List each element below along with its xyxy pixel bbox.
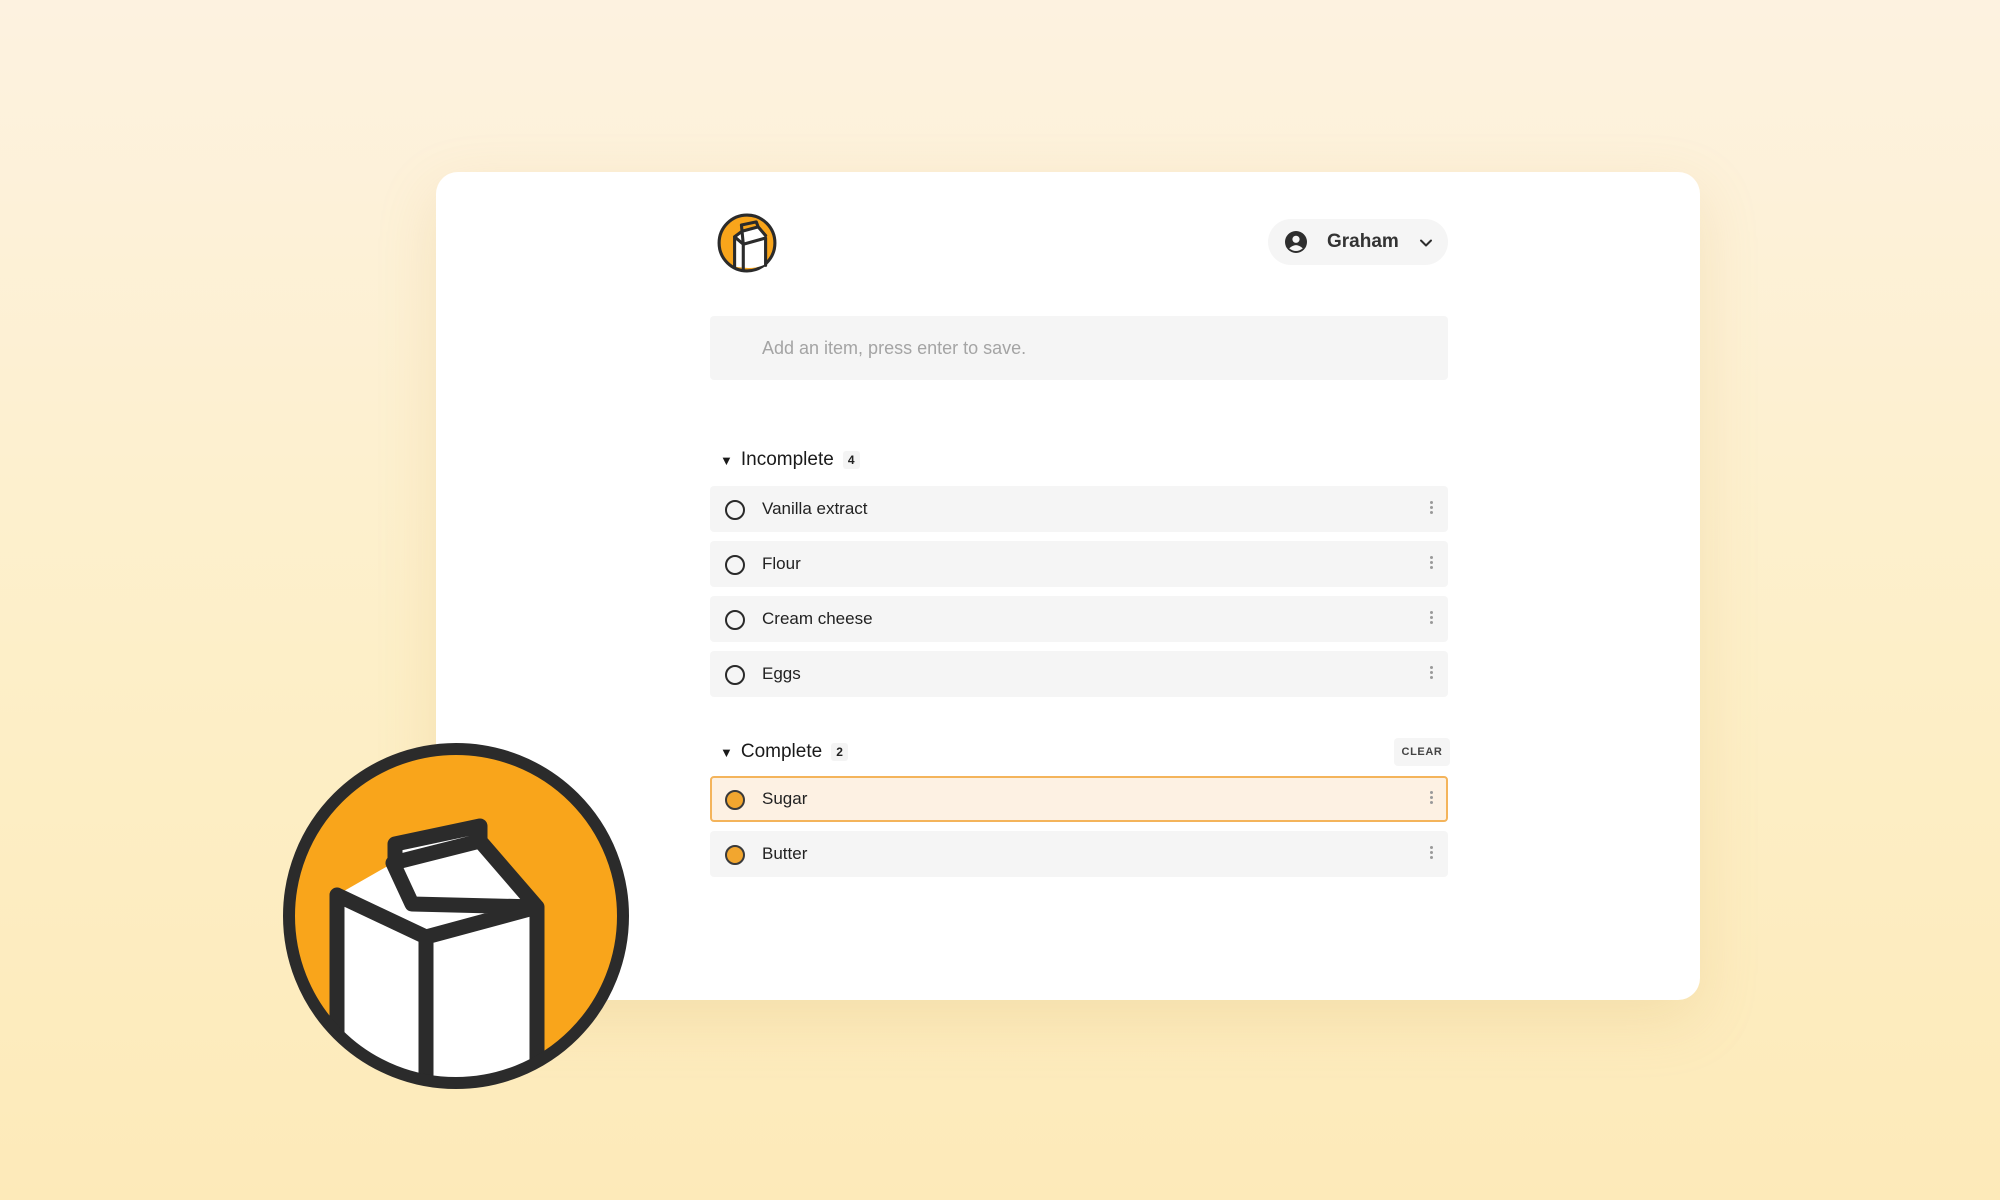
more-options-icon[interactable] [1428,789,1434,809]
item-label: Flour [762,554,801,573]
incomplete-list: Vanilla extract Flour Cream cheese Eggs [710,486,1448,706]
item-label: Eggs [762,664,801,683]
item-label: Butter [762,844,808,863]
more-options-icon[interactable] [1428,554,1434,574]
incomplete-section-title: Incomplete [740,449,834,470]
user-menu-button[interactable]: Graham [1268,219,1448,265]
more-options-icon[interactable] [1428,609,1434,629]
complete-count-badge: 2 [831,743,848,761]
collapse-triangle-icon: ▼ [720,452,733,468]
collapse-triangle-icon: ▼ [720,744,733,760]
complete-list: Sugar Butter [710,776,1448,886]
complete-section-title: Complete [740,741,823,762]
milk-carton-logo-icon [717,213,777,273]
list-item[interactable]: Vanilla extract [710,486,1448,532]
item-label: Vanilla extract [762,499,868,518]
user-circle-icon [1285,231,1307,253]
list-item[interactable]: Eggs [710,651,1448,697]
clear-completed-button[interactable]: CLEAR [1394,738,1450,766]
more-options-icon[interactable] [1428,499,1434,519]
more-options-icon[interactable] [1428,664,1434,684]
list-item[interactable]: Butter [710,831,1448,877]
milk-carton-logo-icon [283,743,629,1089]
item-label: Sugar [762,789,808,808]
user-name: Graham [1327,231,1399,252]
checkbox-circle-checked[interactable] [725,790,745,810]
checkbox-circle[interactable] [725,500,745,520]
list-item[interactable]: Flour [710,541,1448,587]
checkbox-circle[interactable] [725,610,745,630]
list-item[interactable]: Cream cheese [710,596,1448,642]
checkbox-circle[interactable] [725,665,745,685]
more-options-icon[interactable] [1428,844,1434,864]
checkbox-circle[interactable] [725,555,745,575]
checkbox-circle-checked[interactable] [725,845,745,865]
complete-section-toggle[interactable]: ▼ Complete 2 [720,737,848,767]
chevron-down-icon [1420,239,1432,247]
item-label: Cream cheese [762,609,873,628]
list-item-selected[interactable]: Sugar [710,776,1448,822]
incomplete-count-badge: 4 [842,451,860,469]
incomplete-section-toggle[interactable]: ▼ Incomplete 4 [720,445,860,475]
add-item-input[interactable] [710,316,1448,380]
